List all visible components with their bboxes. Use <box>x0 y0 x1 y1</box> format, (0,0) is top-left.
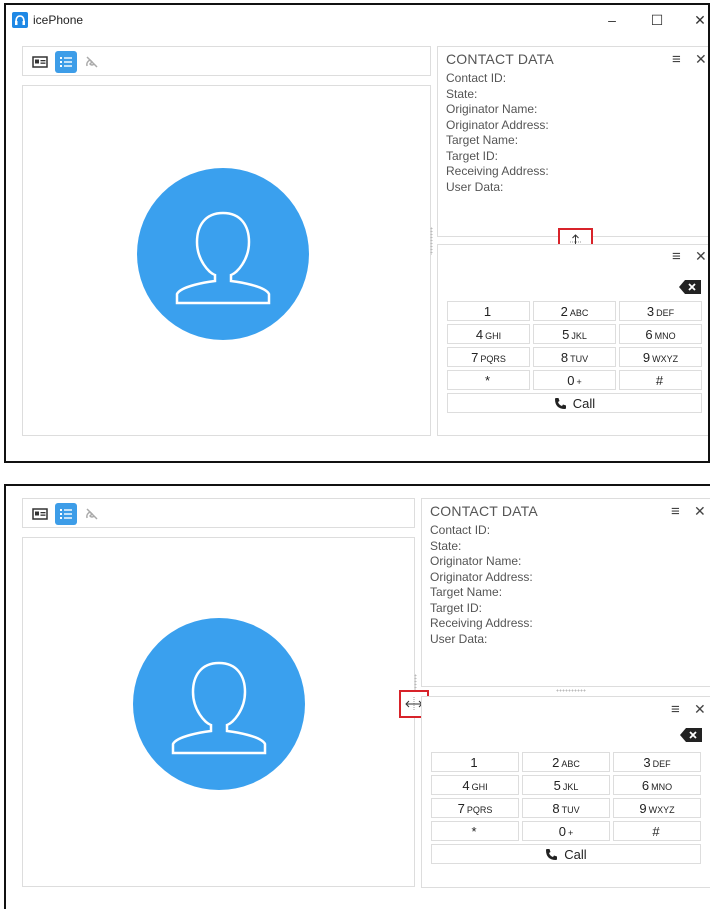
key-star[interactable]: * <box>447 370 530 390</box>
phone-icon <box>546 849 558 860</box>
hangup-button[interactable] <box>81 503 103 525</box>
contact-card-icon <box>32 56 48 68</box>
contact-field-target-id: Target ID: <box>446 148 499 163</box>
key-0[interactable]: 0 + <box>522 821 610 841</box>
title-bar: icePhone – ☐ ✕ <box>6 5 708 35</box>
contact-data-panel: CONTACT DATA ≡ ✕ Contact ID: State: Orig… <box>421 498 710 687</box>
phone-off-icon <box>86 508 98 520</box>
contact-field-receiving-address: Receiving Address: <box>430 616 533 630</box>
screenshot-1: icePhone – ☐ ✕ CONTACT DATA ≡ ✕ Contact … <box>4 3 710 463</box>
screenshot-2: CONTACT DATA ≡ ✕ Contact ID: State: Orig… <box>4 484 710 909</box>
key-5[interactable]: 5 JKL <box>533 324 616 344</box>
window-title: icePhone <box>33 13 84 27</box>
toolbar <box>22 498 415 528</box>
menu-icon[interactable]: ≡ <box>672 51 681 68</box>
contact-field-state: State: <box>446 86 478 101</box>
contact-field-target-name: Target Name: <box>430 585 503 599</box>
key-2[interactable]: 2 ABC <box>522 752 610 772</box>
contact-field-originator-name: Originator Name: <box>446 102 538 116</box>
person-icon <box>171 661 267 755</box>
contact-field-user-data: User Data: <box>430 631 488 646</box>
list-button[interactable] <box>55 503 77 525</box>
hangup-button[interactable] <box>81 51 103 73</box>
dialpad-panel: ≡ ✕ 1 2 ABC 3 DEF 4 GHI 5 JKL 6 MNO 7 PQRS 8 TU… <box>437 244 708 436</box>
phone-icon <box>554 398 566 409</box>
horizontal-splitter[interactable] <box>556 689 586 692</box>
key-6[interactable]: 6 MNO <box>619 324 702 344</box>
contact-field-originator-name: Originator Name: <box>430 554 522 568</box>
dialpad-panel: ≡ ✕ 1 2 ABC 3 DEF 4 GHI 5 JKL 6 MNO 7 PQRS 8 TU… <box>421 696 710 888</box>
avatar-panel <box>22 537 415 887</box>
key-9[interactable]: 9 WXYZ <box>619 347 702 367</box>
list-icon <box>60 57 72 67</box>
contact-data-title: CONTACT DATA <box>446 51 554 67</box>
phone-off-icon <box>86 56 98 68</box>
key-7[interactable]: 7 PQRS <box>447 347 530 367</box>
menu-icon[interactable]: ≡ <box>671 503 680 520</box>
backspace-icon[interactable] <box>679 280 701 294</box>
close-icon[interactable]: ✕ <box>695 248 707 265</box>
key-5[interactable]: 5 JKL <box>522 775 610 795</box>
call-button[interactable]: Call <box>431 844 701 864</box>
close-icon[interactable]: ✕ <box>694 701 706 718</box>
avatar <box>133 618 305 790</box>
list-button[interactable] <box>55 51 77 73</box>
key-3[interactable]: 3 DEF <box>613 752 701 772</box>
contact-field-user-data: User Data: <box>446 179 504 194</box>
contact-field-receiving-address: Receiving Address: <box>446 164 549 178</box>
key-2[interactable]: 2 ABC <box>533 301 616 321</box>
contact-card-icon <box>32 508 48 520</box>
avatar <box>137 168 309 340</box>
person-icon <box>175 211 271 305</box>
key-6[interactable]: 6 MNO <box>613 775 701 795</box>
contact-card-button[interactable] <box>29 503 51 525</box>
contact-fields: Contact ID: State: Originator Name: Orig… <box>430 523 533 647</box>
key-8[interactable]: 8 TUV <box>522 798 610 818</box>
key-4[interactable]: 4 GHI <box>447 324 530 344</box>
contact-card-button[interactable] <box>29 51 51 73</box>
contact-data-panel: CONTACT DATA ≡ ✕ Contact ID: State: Orig… <box>437 46 708 237</box>
key-1[interactable]: 1 <box>431 752 519 772</box>
contact-field-contact-id: Contact ID: <box>446 71 507 85</box>
close-button[interactable]: ✕ <box>686 9 708 31</box>
contact-field-originator-address: Originator Address: <box>430 569 533 584</box>
key-0[interactable]: 0 + <box>533 370 616 390</box>
contact-field-originator-address: Originator Address: <box>446 117 549 132</box>
key-hash[interactable]: # <box>613 821 701 841</box>
close-icon[interactable]: ✕ <box>695 51 707 68</box>
vertical-splitter[interactable] <box>430 227 433 255</box>
key-9[interactable]: 9 WXYZ <box>613 798 701 818</box>
list-icon <box>60 509 72 519</box>
contact-field-contact-id: Contact ID: <box>430 523 491 537</box>
key-hash[interactable]: # <box>619 370 702 390</box>
contact-data-title: CONTACT DATA <box>430 503 538 519</box>
key-4[interactable]: 4 GHI <box>431 775 519 795</box>
menu-icon[interactable]: ≡ <box>672 248 681 265</box>
key-3[interactable]: 3 DEF <box>619 301 702 321</box>
minimize-button[interactable]: – <box>598 9 626 31</box>
toolbar <box>22 46 431 76</box>
key-8[interactable]: 8 TUV <box>533 347 616 367</box>
contact-fields: Contact ID: State: Originator Name: Orig… <box>446 71 549 195</box>
call-button[interactable]: Call <box>447 393 702 413</box>
key-7[interactable]: 7 PQRS <box>431 798 519 818</box>
avatar-panel <box>22 85 431 436</box>
contact-field-target-name: Target Name: <box>446 133 519 147</box>
contact-field-target-id: Target ID: <box>430 600 483 615</box>
maximize-button[interactable]: ☐ <box>643 9 671 31</box>
key-1[interactable]: 1 <box>447 301 530 321</box>
backspace-icon[interactable] <box>680 728 702 742</box>
app-icon <box>12 12 28 28</box>
menu-icon[interactable]: ≡ <box>671 701 680 718</box>
close-icon[interactable]: ✕ <box>694 503 706 520</box>
contact-field-state: State: <box>430 538 462 553</box>
key-star[interactable]: * <box>431 821 519 841</box>
